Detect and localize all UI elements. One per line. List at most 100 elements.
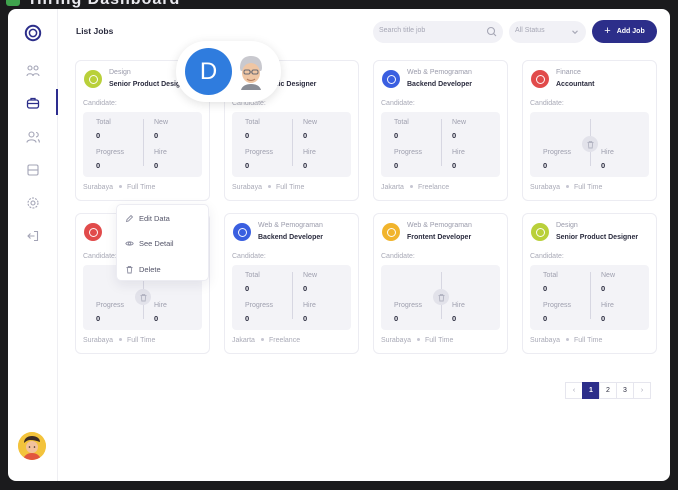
user-presence-bubble[interactable]: D <box>176 41 281 102</box>
candidate-label: Candidate: <box>381 253 415 260</box>
job-city: Surabaya <box>530 337 560 344</box>
chevron-down-icon <box>572 30 578 35</box>
stat-progress-label: Progress <box>96 302 125 309</box>
separator-dot <box>565 185 569 189</box>
search-placeholder: Search title job <box>379 27 426 34</box>
code-icon <box>382 223 400 241</box>
job-city: Jakarta <box>381 184 404 191</box>
job-city: Surabaya <box>83 184 113 191</box>
separator-dot <box>416 338 420 342</box>
job-card[interactable]: Web & Pemograman Frontent Developer Candid… <box>373 213 508 354</box>
candidate-stats: Total 0 New 0 Progress 0 Hire 0 <box>232 265 351 330</box>
chevron-left-icon[interactable]: ‹ <box>565 382 583 399</box>
candidate-label: Candidate: <box>232 253 266 260</box>
add-job-button[interactable]: + Add Job <box>592 20 657 43</box>
menu-item-label: Delete <box>139 264 161 274</box>
job-type: Freelance <box>417 184 450 191</box>
separator-dot <box>260 338 264 342</box>
job-type: Freelance <box>268 337 301 344</box>
stat-hire-label: Hire <box>601 149 614 156</box>
stats-divider <box>292 119 293 166</box>
job-category: Web & Pemograman <box>407 222 472 229</box>
menu-item-see-detail[interactable]: See Detail <box>125 237 174 249</box>
separator-dot <box>565 338 569 342</box>
job-location: Surabaya Full Time <box>530 337 602 344</box>
job-location: Surabaya Full Time <box>381 337 453 344</box>
trash-icon <box>126 265 133 273</box>
stats-divider <box>143 119 144 166</box>
stat-progress-value: 0 <box>543 161 548 170</box>
candidate-label: Candidate: <box>83 100 117 107</box>
page-button-3[interactable]: 3 <box>616 382 634 399</box>
dollar-icon <box>531 70 549 88</box>
stat-progress-label: Progress <box>543 302 572 309</box>
page-button-2[interactable]: 2 <box>599 382 617 399</box>
stat-new-label: New <box>452 119 467 126</box>
stat-hire-value: 0 <box>601 161 606 170</box>
stat-new-value: 0 <box>452 131 457 140</box>
user-avatar[interactable] <box>18 432 46 460</box>
stat-progress-value: 0 <box>394 161 399 170</box>
page-button-1[interactable]: 1 <box>582 382 600 399</box>
stat-progress-value: 0 <box>96 161 101 170</box>
job-card[interactable]: Web & Pemograman Backend Developer Candida… <box>373 60 508 201</box>
stat-hire-value: 0 <box>303 314 308 323</box>
stat-progress-label: Progress <box>245 302 274 309</box>
job-title: Backend Developer <box>407 81 472 88</box>
job-card[interactable]: Finance Accountant Candidate: Progress 0 Hire… <box>522 60 657 201</box>
job-category: Web & Pemograman <box>258 222 323 229</box>
stat-new-label: New <box>303 272 318 279</box>
stat-new-value: 0 <box>303 131 308 140</box>
logo-icon[interactable] <box>24 24 42 42</box>
stat-hire-label: Hire <box>452 149 465 156</box>
candidate-label: Candidate: <box>381 100 415 107</box>
separator-dot <box>118 338 122 342</box>
stat-hire-label: Hire <box>601 302 614 309</box>
job-location: Jakarta Freelance <box>232 337 300 344</box>
menu-item-edit-data[interactable]: Edit Data <box>125 212 170 224</box>
search-input[interactable]: Search title job <box>373 21 503 43</box>
separator-dot <box>267 185 271 189</box>
job-location: Jakarta Freelance <box>381 184 449 191</box>
dollar-icon <box>84 223 102 241</box>
logout-icon[interactable] <box>25 228 41 244</box>
stat-progress-value: 0 <box>245 314 250 323</box>
trash-icon <box>582 136 598 152</box>
chevron-right-icon[interactable]: › <box>633 382 651 399</box>
status-select[interactable]: All Status <box>509 21 586 43</box>
briefcase-icon[interactable] <box>25 95 41 111</box>
layout-icon[interactable] <box>25 162 41 178</box>
candidate-label: Candidate: <box>530 100 564 107</box>
job-type: Full Time <box>126 337 156 344</box>
users-icon[interactable] <box>25 129 41 145</box>
job-type: Full Time <box>424 337 454 344</box>
stat-total-value: 0 <box>245 131 250 140</box>
menu-item-label: Edit Data <box>139 213 170 223</box>
stat-progress-label: Progress <box>394 302 423 309</box>
stat-total-label: Total <box>245 119 260 126</box>
stat-progress-value: 0 <box>96 314 101 323</box>
stat-hire-value: 0 <box>154 161 159 170</box>
stat-new-label: New <box>303 119 318 126</box>
menu-item-delete[interactable]: Delete <box>125 263 161 275</box>
stat-total-value: 0 <box>394 131 399 140</box>
job-title: Accountant <box>556 81 595 88</box>
sidebar <box>8 9 58 481</box>
stat-hire-label: Hire <box>303 302 316 309</box>
job-card[interactable]: Design Senior Product Designer Candidate: T… <box>522 213 657 354</box>
app-logo-peek <box>6 0 20 6</box>
job-category: Web & Pemograman <box>407 69 472 76</box>
job-city: Surabaya <box>530 184 560 191</box>
job-category: Finance <box>556 69 581 76</box>
stats-divider <box>590 272 591 319</box>
team-icon[interactable] <box>25 63 41 79</box>
stat-hire-value: 0 <box>452 314 457 323</box>
job-location: Surabaya Full Time <box>83 184 155 191</box>
search-icon <box>486 26 497 37</box>
job-card[interactable]: Web & Pemograman Backend Developer Candida… <box>224 213 359 354</box>
separator-dot <box>409 185 413 189</box>
settings-icon[interactable] <box>25 195 41 211</box>
stat-progress-label: Progress <box>245 149 274 156</box>
design-icon <box>531 223 549 241</box>
stat-hire-value: 0 <box>154 314 159 323</box>
